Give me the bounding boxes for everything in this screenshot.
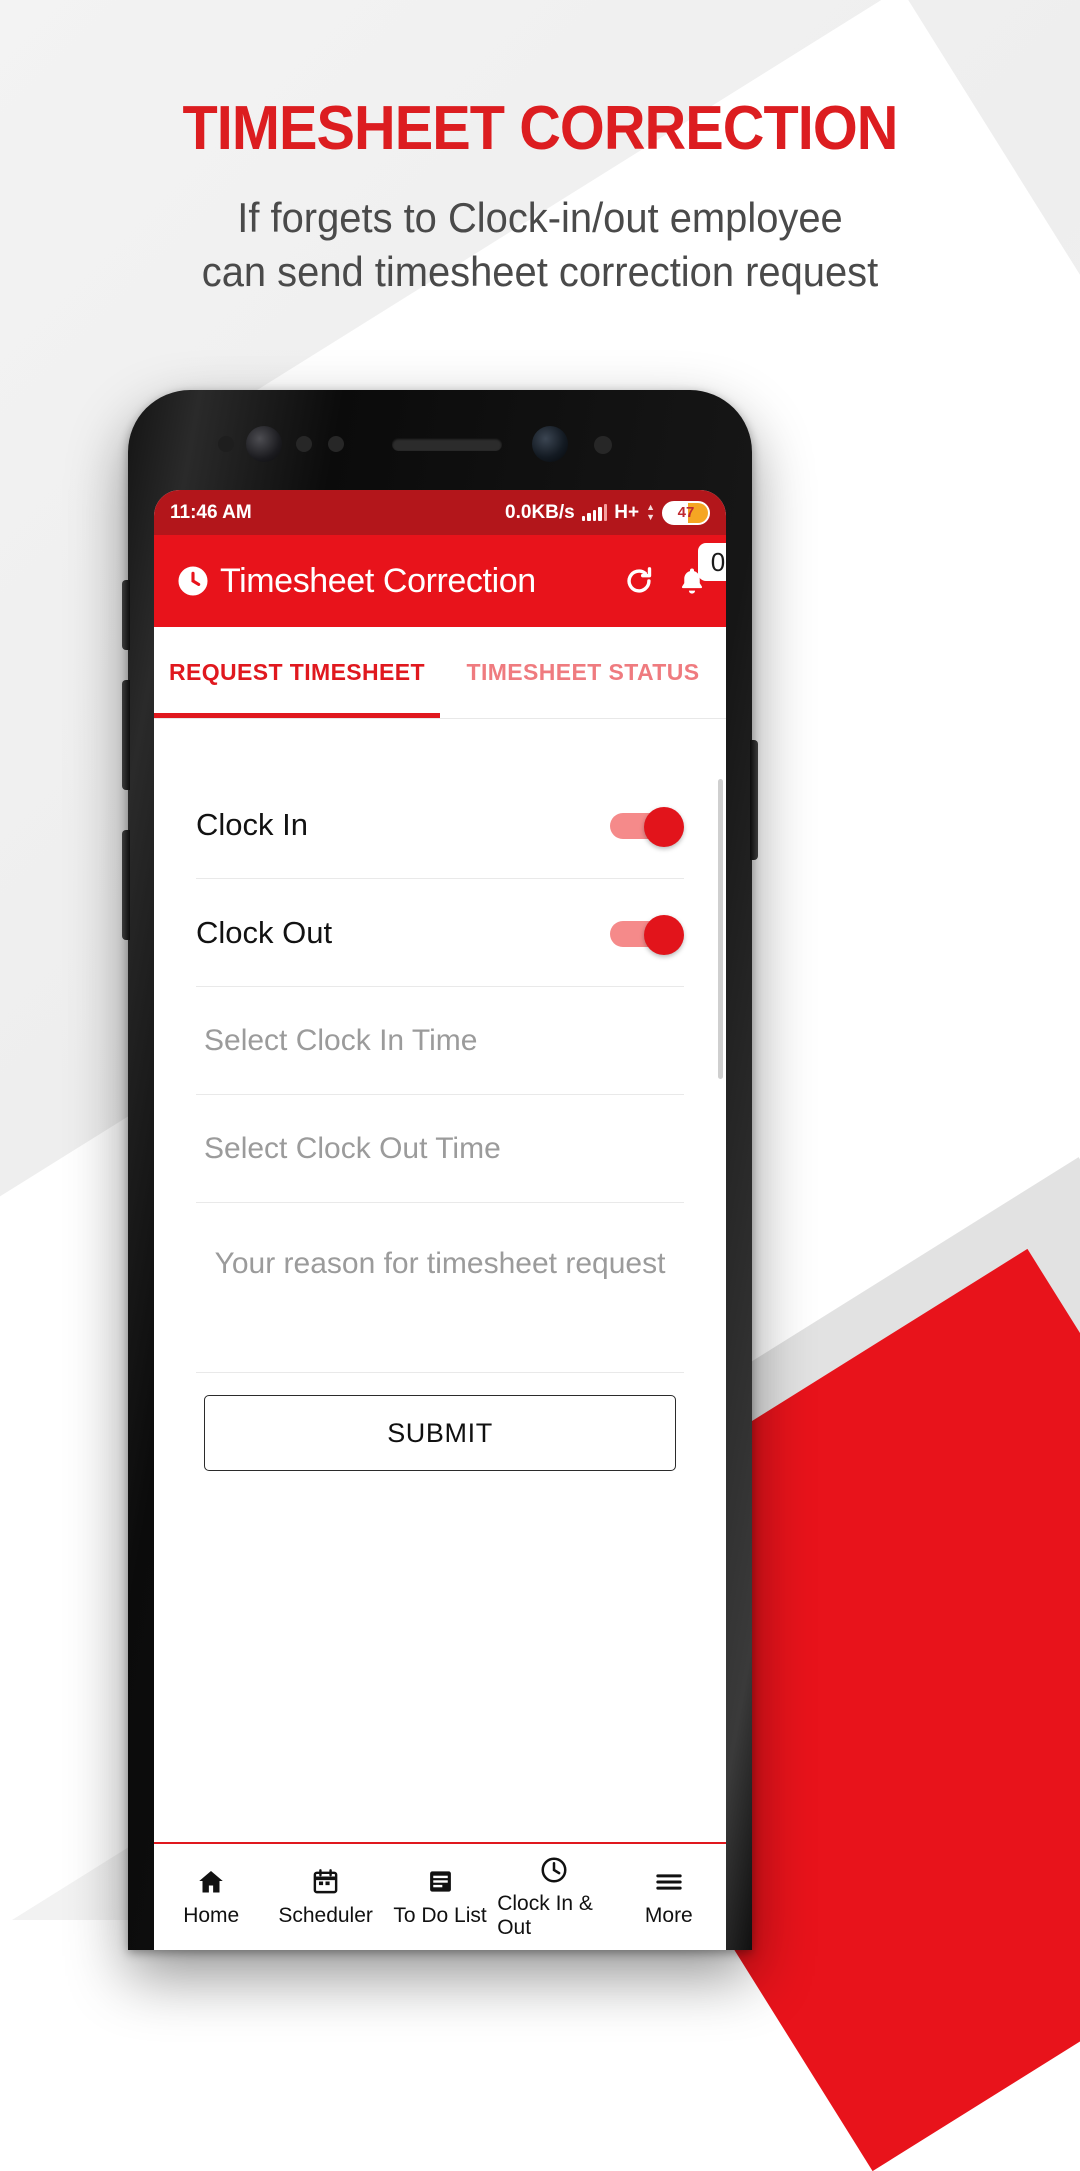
status-bar: 11:46 AM 0.0KB/s H+ ▲ ▼ 47 bbox=[154, 490, 726, 535]
refresh-icon[interactable] bbox=[622, 564, 656, 598]
nav-item-scheduler-label: Scheduler bbox=[278, 1903, 373, 1927]
tab-request-timesheet[interactable]: REQUEST TIMESHEET bbox=[154, 627, 440, 718]
clock-out-toggle-thumb bbox=[644, 914, 684, 955]
clock-in-time-input[interactable]: Select Clock In Time bbox=[196, 987, 684, 1095]
phone-button-volume-up[interactable] bbox=[122, 680, 130, 790]
clock-in-time-placeholder: Select Clock In Time bbox=[204, 1023, 478, 1057]
nav-item-home-label: Home bbox=[183, 1903, 240, 1927]
nav-item-more-label: More bbox=[644, 1903, 693, 1927]
phone-mockup: 11:46 AM 0.0KB/s H+ ▲ ▼ 47 Timesheet Cor… bbox=[122, 390, 758, 1950]
phone-sensor-strip bbox=[128, 412, 752, 482]
proximity-sensor-icon bbox=[218, 436, 234, 452]
clock-in-row[interactable]: Clock In bbox=[196, 771, 684, 879]
notification-badge: 0 bbox=[698, 543, 726, 581]
promo-subtitle-line-2: can send timesheet correction request bbox=[201, 247, 879, 295]
promo-subtitle-line-1: If forgets to Clock-in/out employee bbox=[237, 194, 843, 242]
clock-out-toggle[interactable] bbox=[610, 914, 684, 955]
app-bar-actions: 0 bbox=[622, 543, 726, 598]
front-camera-icon bbox=[532, 426, 568, 462]
clock-in-toggle[interactable] bbox=[610, 806, 684, 847]
nav-item-scheduler[interactable]: Scheduler bbox=[268, 1867, 382, 1928]
battery-level-text: 47 bbox=[677, 504, 695, 521]
tab-bar: REQUEST TIMESHEET TIMESHEET STATUS bbox=[154, 627, 726, 719]
app-bar: Timesheet Correction 0 bbox=[154, 535, 726, 627]
tab-request-timesheet-label: REQUEST TIMESHEET bbox=[169, 659, 425, 685]
promo-text-block: TIMESHEET CORRECTION If forgets to Clock… bbox=[0, 96, 1080, 299]
submit-button-label: SUBMIT bbox=[387, 1417, 493, 1448]
nav-item-clock-in-out-label: Clock In & Out bbox=[497, 1891, 593, 1939]
iris-scanner-icon bbox=[246, 426, 282, 462]
app-bar-left-group: Timesheet Correction bbox=[176, 562, 536, 601]
earpiece-speaker bbox=[392, 438, 502, 451]
data-transfer-icon: ▲ ▼ bbox=[646, 502, 655, 522]
sensor-extra-icon bbox=[594, 436, 612, 454]
nav-item-home[interactable]: Home bbox=[154, 1867, 268, 1928]
clock-icon bbox=[176, 564, 210, 598]
nav-item-todo-list-label: To Do List bbox=[393, 1903, 487, 1927]
phone-button-left-1[interactable] bbox=[122, 580, 130, 650]
clock-out-row[interactable]: Clock Out bbox=[196, 879, 684, 987]
reason-textarea[interactable]: Your reason for timesheet request bbox=[196, 1203, 684, 1373]
phone-button-power[interactable] bbox=[750, 740, 758, 860]
phone-button-volume-down[interactable] bbox=[122, 830, 130, 940]
hamburger-icon bbox=[653, 1867, 685, 1897]
form-content: Clock In Clock Out Select Clock In Time bbox=[154, 771, 726, 1561]
battery-icon: 47 bbox=[662, 500, 710, 525]
clock-out-time-placeholder: Select Clock Out Time bbox=[204, 1131, 501, 1165]
nav-item-todo-list[interactable]: To Do List bbox=[383, 1867, 497, 1928]
form-inner: Clock In Clock Out Select Clock In Time bbox=[154, 771, 726, 1471]
promo-subtitle: If forgets to Clock-in/out employee can … bbox=[27, 191, 1053, 299]
phone-screen: 11:46 AM 0.0KB/s H+ ▲ ▼ 47 Timesheet Cor… bbox=[154, 490, 726, 1950]
calendar-icon bbox=[311, 1867, 340, 1897]
tab-timesheet-status[interactable]: TIMESHEET STATUS bbox=[440, 627, 726, 718]
submit-button[interactable]: SUBMIT bbox=[204, 1395, 676, 1471]
signal-bars-icon bbox=[581, 504, 608, 521]
status-bar-right-group: 0.0KB/s H+ ▲ ▼ 47 bbox=[505, 500, 710, 525]
nav-item-clock-in-out[interactable]: Clock In & Out bbox=[497, 1855, 611, 1940]
led-indicator-icon bbox=[328, 436, 344, 452]
page-title: Timesheet Correction bbox=[220, 561, 536, 600]
clock-in-label: Clock In bbox=[196, 806, 308, 842]
scrollbar[interactable] bbox=[718, 779, 723, 1079]
reason-placeholder: Your reason for timesheet request bbox=[214, 1247, 666, 1280]
clock-out-label: Clock Out bbox=[196, 914, 333, 950]
home-icon bbox=[196, 1867, 226, 1897]
tab-timesheet-status-label: TIMESHEET STATUS bbox=[466, 659, 700, 685]
clock-icon bbox=[539, 1855, 569, 1885]
clock-out-time-input[interactable]: Select Clock Out Time bbox=[196, 1095, 684, 1203]
network-speed-text: 0.0KB/s bbox=[505, 501, 575, 523]
network-type-text: H+ bbox=[614, 501, 640, 523]
nav-item-more[interactable]: More bbox=[612, 1867, 726, 1928]
list-icon bbox=[426, 1867, 455, 1897]
notification-button[interactable]: 0 bbox=[676, 543, 726, 597]
promo-title: TIMESHEET CORRECTION bbox=[182, 94, 899, 163]
clock-in-toggle-thumb bbox=[644, 806, 684, 847]
light-sensor-icon bbox=[296, 436, 312, 452]
bottom-navigation: Home Scheduler To Do List Clock In & Out… bbox=[154, 1842, 726, 1950]
status-bar-time: 11:46 AM bbox=[170, 501, 252, 523]
